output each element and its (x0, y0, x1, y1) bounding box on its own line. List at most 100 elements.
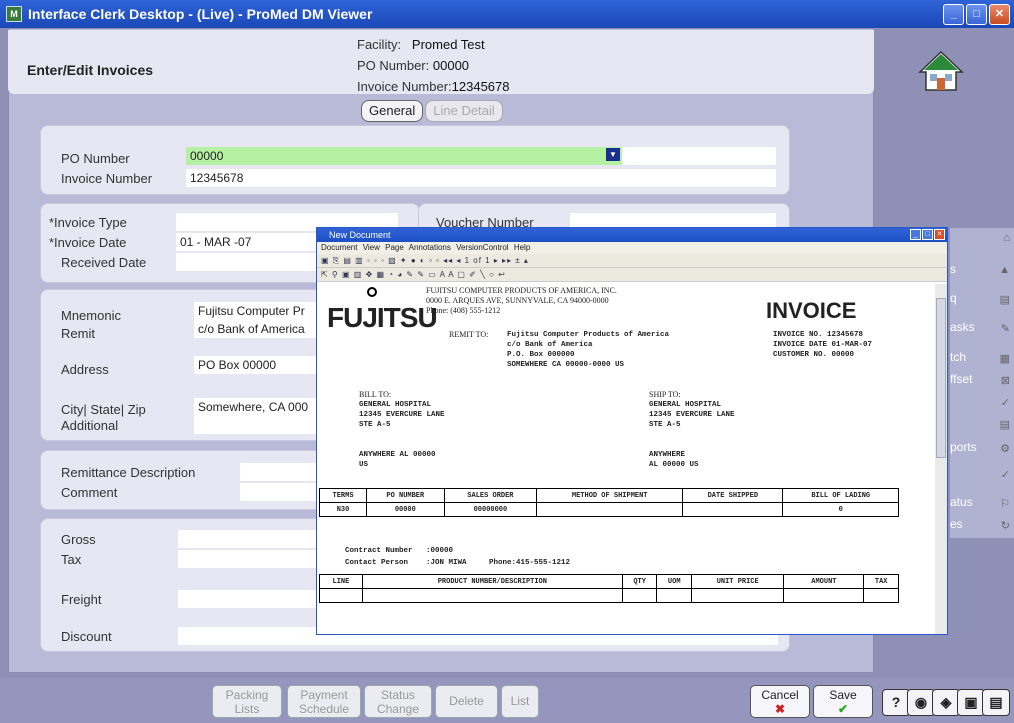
tab-general[interactable]: General (361, 100, 424, 122)
notes-icon[interactable]: ▤ (982, 689, 1010, 716)
sidebar-item-offset[interactable]: ffset ⊠ (950, 372, 1014, 392)
menu-versioncontrol[interactable]: VersionControl (456, 243, 508, 252)
delete-button[interactable]: Delete (435, 685, 498, 718)
document-toolbar-2[interactable]: ⇱ ⚲ ▣ ▥ ✥ ▦ ◔ ◕ ✎ ✎ ▭ A A ▢ ✐ ╲ ○ ↩ (317, 268, 947, 282)
checklist-icon: ✓ (1000, 469, 1010, 481)
save-check-icon: ✔ (837, 702, 849, 716)
contact-person: Contact Person :JON MIWA Phone:415-555-1… (345, 559, 571, 567)
bill-lading-header: BILL OF LADING (782, 488, 899, 503)
comment-label: Comment (61, 485, 118, 500)
menu-document[interactable]: Document (321, 243, 357, 252)
menu-view[interactable]: View (363, 243, 380, 252)
remit-line-1: Fujitsu Computer Products of America (507, 331, 670, 339)
po-number-field[interactable]: 00000 (186, 147, 622, 165)
sidebar-item-reports[interactable]: ports ⚙ (950, 440, 1014, 460)
save-button[interactable]: Save ✔ (813, 685, 873, 718)
close-button[interactable]: ✕ (989, 4, 1010, 25)
scrollbar-thumb[interactable] (936, 298, 946, 458)
sidebar-item-home[interactable]: ⌂ (950, 230, 1014, 250)
list-button[interactable]: List (501, 685, 539, 718)
menu-help[interactable]: Help (514, 243, 530, 252)
document-scrollbar[interactable] (935, 284, 947, 634)
sidebar-item-10[interactable]: ✓ (950, 466, 1014, 486)
tab-line-detail[interactable]: Line Detail (425, 100, 503, 122)
invoice-no: INVOICE NO. 12345678 (773, 331, 864, 339)
bill-line-1: GENERAL HOSPITAL (359, 401, 432, 409)
sidebar-item-es[interactable]: es ↻ (950, 517, 1014, 537)
refresh-icon: ↻ (1000, 520, 1010, 532)
home-small-icon: ⌂ (1003, 232, 1010, 244)
po-dropdown-arrow-icon[interactable]: ▼ (606, 148, 620, 161)
home-icon[interactable] (918, 50, 964, 92)
minimize-button[interactable]: _ (943, 4, 964, 25)
company-name: FUJITSU COMPUTER PRODUCTS OF AMERICA, IN… (426, 286, 617, 295)
ship-line-1: GENERAL HOSPITAL (649, 401, 722, 409)
sidebar-item-7[interactable]: ✓ (950, 394, 1014, 414)
sidebar-item-8[interactable]: ▤ (950, 416, 1014, 436)
status-change-button[interactable]: Status Change (364, 685, 432, 718)
terms-value: N30 (319, 502, 368, 517)
sidebar-item-batch[interactable]: tch ▦ (950, 350, 1014, 370)
po-field-extension (622, 147, 776, 165)
sales-order-value: 00000000 (443, 502, 538, 517)
remit-line-4: SOMEWHERE CA 00000-0000 US (507, 361, 625, 369)
address-label: Address (61, 362, 109, 377)
ship-city-1: ANYWHERE (649, 451, 686, 459)
invoice-image: FUJITSU FUJITSU COMPUTER PRODUCTS OF AME… (319, 284, 935, 634)
sidebar-item-alerts[interactable]: s ▲ (950, 262, 1014, 282)
facility-info: Facility: Promed Test (357, 37, 485, 52)
tax-label: Tax (61, 552, 82, 567)
method-header: METHOD OF SHIPMENT (536, 488, 684, 503)
app-titlebar: M Interface Clerk Desktop - (Live) - Pro… (0, 0, 1014, 28)
page-indicator: 1 of 1 (464, 256, 491, 265)
lock-icon[interactable]: ▣ (957, 689, 985, 716)
link-icon: ✓ (1000, 397, 1010, 409)
gross-label: Gross (61, 532, 96, 547)
sidebar-item-tasks[interactable]: asks ✎ (950, 320, 1014, 340)
maximize-button[interactable]: □ (966, 4, 987, 25)
bill-to-label: BILL TO: (359, 390, 392, 399)
document-toolbar-1[interactable]: ▣ ⎘ ▤ ▥ ◦ ◦ ◦ ▧ ✦ ● ◐ ▫ ▫ ◂◂ ◂ 1 of 1 ▸ … (317, 254, 947, 268)
received-date-label: Received Date (61, 255, 147, 270)
date-shipped-header: DATE SHIPPED (682, 488, 784, 503)
method-value (536, 502, 684, 517)
payment-schedule-button[interactable]: Payment Schedule (287, 685, 361, 718)
sidebar-item-status[interactable]: atus ⚐ (950, 495, 1014, 515)
qty-header: QTY (621, 574, 658, 589)
alert-icon: ▲ (999, 264, 1010, 276)
infinity-logo-icon (367, 287, 377, 297)
ship-line-2: 12345 EVERCURE LANE (649, 411, 735, 419)
uom-header: UOM (656, 574, 693, 589)
menu-annotations[interactable]: Annotations (409, 243, 451, 252)
packing-lists-button[interactable]: Packing Lists (212, 685, 282, 718)
contract-number: Contract Number :00000 (345, 547, 454, 555)
sidebar-item-q[interactable]: q ▤ (950, 291, 1014, 311)
po-number-label: PO Number (61, 151, 130, 166)
menu-page[interactable]: Page (385, 243, 404, 252)
remit-line-2: c/o Bank of America (507, 341, 593, 349)
invoice-number-field[interactable]: 12345678 (186, 169, 776, 187)
ship-city-2: AL 00000 US (649, 461, 699, 469)
cancel-x-icon: ✖ (774, 702, 786, 716)
po-number-value: 00000 (366, 502, 445, 517)
company-address: 0000 E. ARQUES AVE, SUNNYVALE, CA 94000-… (426, 296, 609, 305)
doc-maximize-button[interactable]: □ (922, 229, 933, 240)
invoice-info: Invoice Number:12345678 (357, 79, 510, 94)
doc-minimize-button[interactable]: _ (910, 229, 921, 240)
date-shipped-value (682, 502, 784, 517)
cancel-button[interactable]: Cancel ✖ (750, 685, 810, 718)
reports-icon: ⚙ (1000, 443, 1010, 455)
tool-icon[interactable]: ◈ (932, 689, 960, 716)
remit-line-3: P.O. Box 000000 (507, 351, 575, 359)
help-button[interactable]: ? (882, 689, 910, 716)
page-title: Enter/Edit Invoices (27, 62, 154, 78)
sales-order-header: SALES ORDER (443, 488, 538, 503)
invoice-type-label: *Invoice Type (49, 215, 127, 230)
bill-lading-value: 0 (782, 502, 899, 517)
app-icon: M (6, 6, 22, 22)
remit-label: Remit (61, 326, 95, 341)
doc-close-button[interactable]: ✕ (934, 229, 945, 240)
document-viewer-window: New Document _ □ ✕ Document View Page An… (316, 227, 948, 635)
bill-line-2: 12345 EVERCURE LANE (359, 411, 445, 419)
settings-icon[interactable]: ◉ (907, 689, 935, 716)
